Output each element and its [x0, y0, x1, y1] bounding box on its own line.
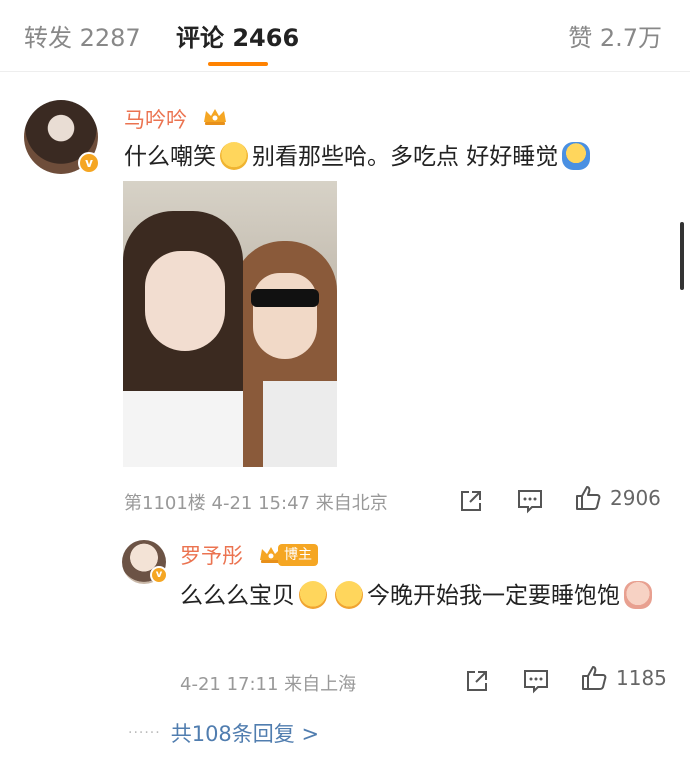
thumbs-up-icon	[576, 486, 601, 510]
photo-figure-left-shirt	[123, 391, 243, 467]
reply-text: 么么么宝贝 今晚开始我一定要睡饱饱	[180, 576, 660, 616]
more-replies-link[interactable]: ······ 共108条回复 >	[128, 718, 319, 748]
comment-text: 什么嘲笑 别看那些哈。多吃点 好好睡觉	[124, 139, 664, 175]
kiss-emoji-icon	[335, 581, 363, 609]
tab-repost[interactable]: 转发 2287	[24, 18, 141, 53]
more-replies-dots: ······	[128, 725, 161, 741]
like-count: 1185	[616, 666, 667, 690]
like-button[interactable]: 2906	[574, 484, 661, 512]
share-button[interactable]	[464, 668, 490, 694]
sunglasses	[251, 289, 319, 307]
share-icon	[461, 491, 481, 511]
comment-text-part1: 什么嘲笑	[124, 144, 216, 170]
verified-icon: v	[78, 152, 100, 174]
commenter-username[interactable]: 马吟吟	[124, 104, 187, 134]
scrollbar[interactable]	[680, 222, 684, 290]
more-replies-label: 共108条回复 >	[170, 722, 320, 746]
thumbs-up-icon	[582, 666, 607, 690]
photo-figure-right-shirt	[263, 381, 337, 467]
comment-meta: 第1101楼 4-21 15:47 来自北京	[124, 493, 388, 514]
kiss-emoji-icon	[299, 581, 327, 609]
like-count: 2906	[610, 486, 661, 510]
reply-meta: 4-21 17:11 来自上海	[180, 674, 357, 695]
share-button[interactable]	[458, 488, 484, 514]
like-button[interactable]: 1185	[580, 664, 667, 692]
author-badge: 博主	[278, 544, 318, 566]
photo-figure-left-face	[145, 251, 225, 351]
reply-button[interactable]	[522, 668, 550, 694]
thinking-emoji-icon	[220, 142, 248, 170]
tab-comments[interactable]: 评论 2466	[176, 18, 299, 53]
tab-likes[interactable]: 赞 2.7万	[568, 18, 662, 53]
reply-text-part2: 今晚开始我一定要睡饱饱	[367, 583, 620, 609]
share-icon	[467, 671, 487, 691]
comment-text-part2: 别看那些哈。多吃点 好好睡觉	[252, 144, 559, 170]
hug-emoji-icon	[562, 142, 591, 170]
comment-photo[interactable]	[123, 181, 337, 467]
crown-icon	[204, 109, 226, 125]
reply-username[interactable]: 罗予彤	[180, 540, 243, 570]
cute-emoji-icon	[624, 581, 652, 609]
photo-figure-right-face	[253, 273, 317, 359]
verified-icon: v	[150, 566, 168, 584]
comment-icon	[524, 670, 548, 694]
comment-icon	[518, 490, 542, 514]
active-tab-indicator	[208, 62, 268, 66]
reply-button[interactable]	[516, 488, 544, 514]
comment-tabs: 转发 2287 评论 2466 赞 2.7万	[0, 0, 690, 72]
reply-text-part1: 么么么宝贝	[180, 583, 295, 609]
